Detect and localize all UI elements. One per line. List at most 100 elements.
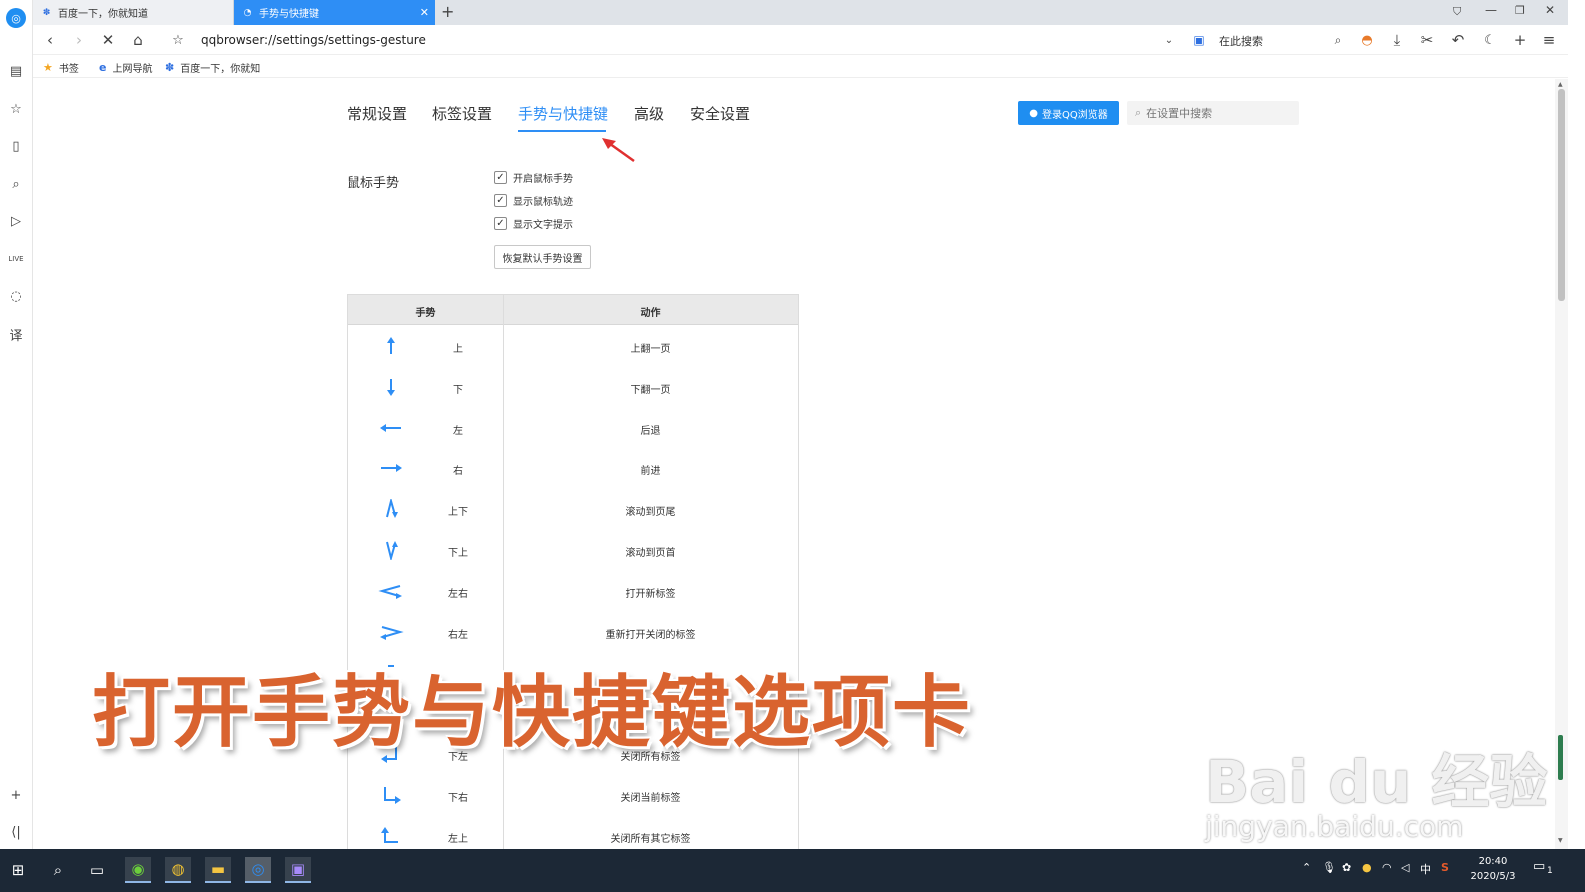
video-icon[interactable]: ▷ [8, 213, 24, 229]
forward-icon[interactable]: › [70, 31, 88, 49]
windows-start-icon[interactable]: ⊞ [5, 857, 31, 883]
address-bar[interactable]: qqbrowser://settings/settings-gesture [201, 33, 426, 47]
gesture-direction: 左上 [448, 833, 468, 845]
stop-loading-icon[interactable]: ✕ [99, 31, 117, 49]
bookmark-item[interactable]: ✽ 百度一下，你就知 [165, 60, 260, 75]
volume-icon[interactable]: ◁ [1401, 861, 1409, 874]
chrome-icon[interactable]: ◍ [165, 857, 191, 883]
gesture-action: 下翻一页 [630, 384, 671, 396]
favorites-star-icon[interactable]: ☆ [8, 101, 24, 117]
new-tab-icon[interactable]: + [441, 2, 454, 21]
browser-tab-baidu[interactable]: ✽ 百度一下，你就知道 [33, 0, 234, 25]
reading-book-icon[interactable]: ▯ [8, 138, 24, 154]
tab-tab-settings[interactable]: 标签设置 [432, 103, 492, 124]
bookmark-star-icon[interactable]: ☆ [169, 31, 187, 49]
gesture-direction: 上下 [448, 507, 468, 519]
gesture-action: 上翻一页 [630, 344, 671, 355]
settings-search-input[interactable] [1146, 106, 1287, 120]
checkbox-checked[interactable]: ✓ [494, 194, 507, 207]
home-icon[interactable]: ⌂ [129, 31, 147, 49]
file-explorer-icon[interactable]: ▬ [205, 857, 231, 883]
scroll-thumb[interactable] [1558, 89, 1565, 301]
news-icon[interactable]: ▤ [8, 63, 24, 79]
tray-app-icon[interactable]: ✿ [1342, 861, 1351, 874]
option-show-mouse-trail[interactable]: ✓ 显示鼠标轨迹 [494, 193, 573, 208]
gesture-direction: 左右 [448, 588, 468, 600]
restore-icon[interactable]: ❐ [1515, 4, 1525, 17]
search-icon[interactable]: ⌕ [45, 857, 71, 883]
back-icon[interactable]: ‹ [41, 31, 59, 49]
bookmark-item[interactable]: ★ 书签 [43, 60, 79, 75]
search-engine-icon[interactable]: ▣ [1190, 31, 1208, 49]
gesture-direction: 上 [453, 344, 463, 355]
qq-browser-logo-icon[interactable]: ◎ [6, 8, 26, 28]
minimize-icon[interactable]: — [1485, 3, 1497, 17]
arrow-up-down-icon [378, 497, 404, 519]
tray-expand-icon[interactable]: ⌃ [1302, 861, 1311, 874]
download-icon[interactable]: ⤓ [1388, 31, 1406, 49]
arrow-left-right-icon [378, 581, 404, 601]
scroll-up-icon[interactable]: ▲ [1558, 81, 1563, 88]
toolbar-search-input[interactable]: 在此搜索 [1219, 33, 1263, 49]
translate-icon[interactable]: 译 [8, 326, 24, 344]
table-header: 手势 动作 [348, 295, 798, 325]
tab-gesture-shortcuts[interactable]: 手势与快捷键 [518, 103, 608, 124]
option-show-text-hint[interactable]: ✓ 显示文字提示 [494, 216, 573, 231]
input-language[interactable]: 中 [1420, 861, 1431, 877]
page-scrollbar[interactable]: ▲ ▼ [1555, 79, 1568, 849]
baidu-paw-icon: ✽ [42, 7, 51, 18]
close-tab-icon[interactable]: ✕ [420, 6, 429, 19]
qq-browser-taskbar-icon[interactable]: ◎ [245, 857, 271, 883]
tab-advanced[interactable]: 高级 [634, 103, 664, 124]
search-icon[interactable]: ⌕ [8, 176, 24, 192]
microphone-icon[interactable]: 🎙 [1322, 861, 1336, 874]
app-icon[interactable]: ▣ [285, 857, 311, 883]
close-window-icon[interactable]: ✕ [1545, 3, 1555, 17]
tab-general[interactable]: 常规设置 [347, 103, 407, 124]
notification-center-icon[interactable]: ▭ [1533, 859, 1545, 874]
arrow-right-left-icon [378, 622, 404, 642]
system-clock[interactable]: 20:40 2020/5/3 [1463, 854, 1523, 884]
table-row: 右左 重新打开关闭的标签 [348, 611, 798, 652]
live-icon[interactable]: LIVE [8, 251, 24, 267]
tab-security[interactable]: 安全设置 [690, 103, 750, 124]
menu-icon[interactable]: ≡ [1540, 31, 1558, 49]
gesture-action: 前进 [640, 466, 661, 478]
search-icon[interactable]: ⌕ [1329, 31, 1347, 49]
night-mode-icon[interactable]: ☾ [1481, 31, 1499, 49]
scissors-icon[interactable]: ✂ [1418, 31, 1436, 49]
add-sidebar-item-icon[interactable]: + [8, 787, 24, 803]
settings-search-field[interactable]: ⌕ [1127, 101, 1299, 125]
chat-icon[interactable]: ◌ [8, 288, 24, 304]
sogou-ime-icon[interactable]: S [1441, 861, 1449, 874]
tab-title: 手势与快捷键 [259, 9, 319, 20]
checkbox-checked[interactable]: ✓ [494, 217, 507, 230]
option-enable-mouse-gesture[interactable]: ✓ 开启鼠标手势 [494, 170, 573, 185]
scroll-down-icon[interactable]: ▼ [1558, 837, 1563, 844]
add-icon[interactable]: + [1511, 31, 1529, 49]
wifi-icon[interactable]: ◠ [1382, 861, 1392, 874]
collapse-sidebar-icon[interactable]: ⟨| [8, 824, 24, 840]
skin-shirt-icon[interactable]: ⛉ [1453, 5, 1461, 19]
tab-strip: ✽ 百度一下，你就知道 ◔ 手势与快捷键 ✕ + ⛉ — ❐ ✕ [33, 0, 1568, 25]
gesture-direction: 下右 [448, 792, 468, 804]
gesture-direction: 右 [453, 466, 463, 478]
notification-count: 1 [1547, 866, 1553, 876]
table-row: 下 下翻一页 [348, 366, 798, 407]
login-qq-browser-button[interactable]: ● 登录QQ浏览器 [1018, 101, 1119, 125]
bookmark-item[interactable]: e 上网导航 [99, 60, 152, 75]
reset-gesture-defaults-button[interactable]: 恢复默认手势设置 [494, 245, 591, 269]
game-controller-icon[interactable]: ◓ [1358, 31, 1376, 49]
tray-wechat-icon[interactable]: ● [1362, 861, 1372, 874]
checkbox-checked[interactable]: ✓ [494, 171, 507, 184]
browser-360-icon[interactable]: ◉ [125, 857, 151, 883]
gesture-action: 关闭所有其它标签 [610, 833, 691, 845]
gesture-action: 打开新标签 [625, 588, 676, 600]
browser-tab-gesture[interactable]: ◔ 手势与快捷键 ✕ [234, 0, 435, 25]
undo-icon[interactable]: ↶ [1449, 31, 1467, 49]
arrow-down-right-icon [378, 785, 404, 805]
address-dropdown-icon[interactable]: ⌄ [1160, 31, 1178, 49]
task-view-icon[interactable]: ▭ [84, 857, 110, 883]
qq-penguin-icon: ● [1029, 107, 1038, 119]
tab-title: 百度一下，你就知道 [58, 9, 148, 20]
